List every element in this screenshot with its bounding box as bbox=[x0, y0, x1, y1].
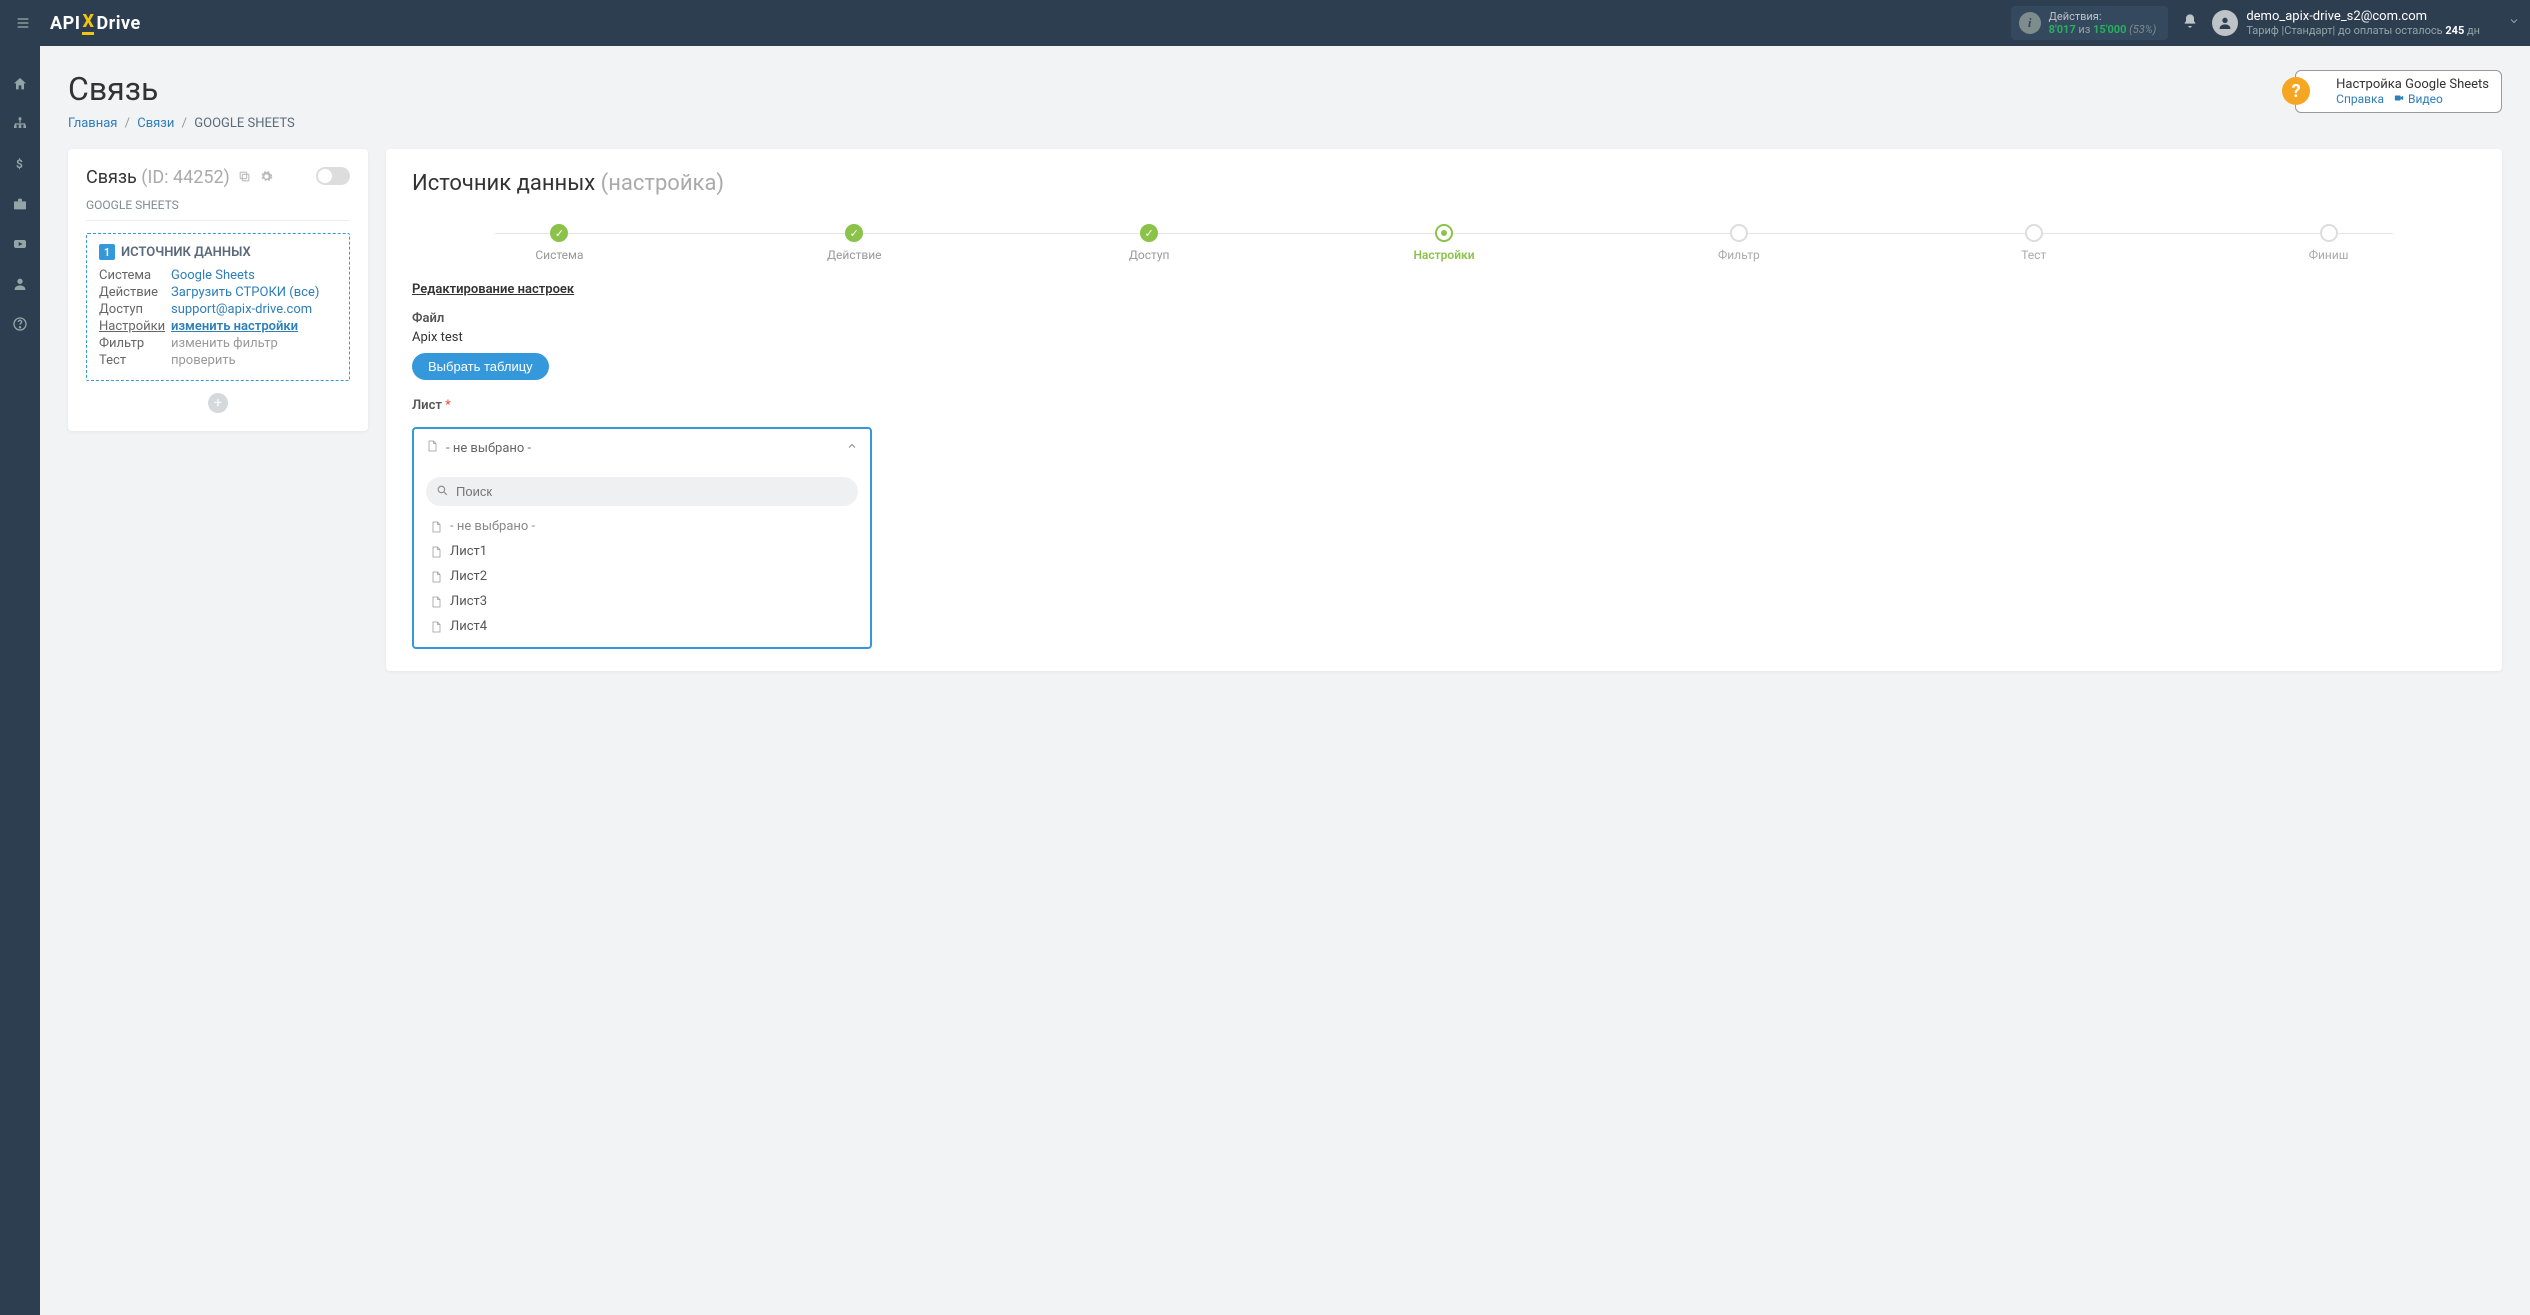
kv-key: Настройки bbox=[99, 319, 171, 334]
top-nav: APIXDrive i Действия: 8'017 из 15'000 (5… bbox=[0, 0, 2530, 46]
settings-card: Источник данных (настройка) ✓Система✓Дей… bbox=[386, 149, 2502, 671]
select-option[interactable]: Лист4 bbox=[426, 614, 858, 639]
kv-val[interactable]: Загрузить СТРОКИ (все) bbox=[171, 285, 319, 300]
select-dropdown: - не выбрано -Лист1Лист2Лист3Лист4 bbox=[414, 467, 870, 647]
avatar-icon bbox=[2212, 10, 2238, 36]
help-title: Настройка Google Sheets bbox=[2336, 77, 2489, 92]
kv-val: проверить bbox=[171, 353, 236, 368]
billing-icon[interactable]: $ bbox=[12, 156, 28, 176]
breadcrumb-links[interactable]: Связи bbox=[137, 116, 174, 131]
breadcrumb-home[interactable]: Главная bbox=[68, 116, 117, 131]
kv-val[interactable]: Google Sheets bbox=[171, 268, 255, 283]
file-value: Apix test bbox=[412, 330, 2476, 345]
briefcase-icon[interactable] bbox=[12, 196, 28, 216]
conn-id: (ID: 44252) bbox=[141, 167, 230, 188]
section-header: Редактирование настроек bbox=[412, 282, 2476, 297]
breadcrumb-current: GOOGLE SHEETS bbox=[194, 116, 294, 131]
select-option[interactable]: Лист2 bbox=[426, 564, 858, 589]
video-cam-icon bbox=[2393, 92, 2408, 106]
logo-x: X bbox=[82, 11, 94, 35]
source-box: 1 ИСТОЧНИК ДАННЫХ СистемаGoogle SheetsДей… bbox=[86, 233, 350, 381]
user-email: demo_apix-drive_s2@com.com bbox=[2246, 9, 2480, 24]
select-option[interactable]: Лист1 bbox=[426, 539, 858, 564]
stepper: ✓Система✓Действие✓ДоступНастройкиФильтрТ… bbox=[412, 224, 2476, 262]
step-доступ[interactable]: ✓Доступ bbox=[1002, 224, 1297, 262]
select-option[interactable]: Лист3 bbox=[426, 589, 858, 614]
logo-text-2: Drive bbox=[96, 13, 140, 34]
step-тест[interactable]: Тест bbox=[1886, 224, 2181, 262]
home-icon[interactable] bbox=[12, 76, 28, 96]
actions-of: из bbox=[2078, 23, 2090, 36]
actions-used: 8'017 bbox=[2049, 23, 2076, 36]
user-menu[interactable]: demo_apix-drive_s2@com.com Тариф |Станда… bbox=[2212, 9, 2520, 37]
kv-key: Доступ bbox=[99, 302, 171, 317]
actions-label: Действия: bbox=[2049, 10, 2157, 23]
logo-text-1: API bbox=[50, 13, 80, 34]
hamburger-icon[interactable] bbox=[0, 0, 46, 46]
actions-badge[interactable]: i Действия: 8'017 из 15'000 (53%) bbox=[2011, 6, 2169, 40]
required-star: * bbox=[445, 398, 451, 413]
step-badge-1: 1 bbox=[99, 244, 115, 260]
conn-subtitle: GOOGLE SHEETS bbox=[86, 198, 350, 221]
breadcrumb: Главная / Связи / GOOGLE SHEETS bbox=[68, 116, 295, 131]
user-icon[interactable] bbox=[12, 276, 28, 296]
user-tariff: Тариф |Стандарт| до оплаты осталось 245 … bbox=[2246, 24, 2480, 37]
step-фильтр[interactable]: Фильтр bbox=[1591, 224, 1886, 262]
sheet-label: Лист bbox=[412, 398, 442, 413]
actions-total: 15'000 bbox=[2093, 23, 2126, 36]
chevron-up-icon bbox=[846, 440, 858, 456]
info-icon: i bbox=[2019, 12, 2041, 34]
kv-key: Тест bbox=[99, 353, 171, 368]
chevron-down-icon bbox=[2508, 15, 2520, 31]
bell-icon[interactable] bbox=[2182, 13, 2198, 34]
copy-icon[interactable] bbox=[238, 167, 255, 188]
sheet-select[interactable]: - не выбрано - bbox=[412, 427, 872, 649]
source-box-header: ИСТОЧНИК ДАННЫХ bbox=[121, 245, 251, 260]
select-option[interactable]: - не выбрано - bbox=[426, 514, 858, 539]
select-display[interactable]: - не выбрано - bbox=[414, 429, 870, 467]
actions-pct: (53%) bbox=[2129, 23, 2156, 36]
kv-key: Система bbox=[99, 268, 171, 283]
connections-icon[interactable] bbox=[12, 116, 28, 136]
logo[interactable]: APIXDrive bbox=[50, 11, 141, 35]
help-box: ? Настройка Google Sheets Справка Видео bbox=[2295, 70, 2502, 113]
page-title: Связь bbox=[68, 70, 295, 108]
question-icon: ? bbox=[2282, 77, 2310, 105]
step-настройки[interactable]: Настройки bbox=[1297, 224, 1592, 262]
file-label: Файл bbox=[412, 311, 2476, 326]
select-value: - не выбрано - bbox=[446, 441, 531, 456]
add-step-button[interactable]: + bbox=[208, 393, 228, 413]
svg-text:$: $ bbox=[16, 157, 23, 171]
kv-val[interactable]: изменить настройки bbox=[171, 319, 298, 334]
video-icon[interactable] bbox=[12, 236, 28, 256]
left-rail: $ bbox=[0, 46, 40, 1315]
conn-title: Связь bbox=[86, 167, 137, 188]
kv-val: изменить фильтр bbox=[171, 336, 278, 351]
rc-title-sub: (настройка) bbox=[601, 171, 724, 196]
search-input[interactable] bbox=[426, 477, 858, 506]
doc-icon bbox=[426, 439, 438, 457]
step-действие[interactable]: ✓Действие bbox=[707, 224, 1002, 262]
connection-summary-card: Связь (ID: 44252) GOOGLE SHEETS 1 ИСТОЧНИ… bbox=[68, 149, 368, 431]
enable-toggle[interactable] bbox=[316, 167, 350, 185]
rc-title: Источник данных bbox=[412, 171, 595, 196]
step-финиш[interactable]: Финиш bbox=[2181, 224, 2476, 262]
choose-table-button[interactable]: Выбрать таблицу bbox=[412, 353, 549, 380]
help-video-link[interactable]: Видео bbox=[2408, 92, 2443, 106]
help-ref-link[interactable]: Справка bbox=[2336, 92, 2384, 106]
kv-val[interactable]: support@apix-drive.com bbox=[171, 302, 312, 317]
search-icon bbox=[436, 484, 449, 501]
kv-key: Фильтр bbox=[99, 336, 171, 351]
help-icon[interactable] bbox=[12, 316, 28, 336]
gear-icon[interactable] bbox=[260, 167, 273, 188]
kv-key: Действие bbox=[99, 285, 171, 300]
step-система[interactable]: ✓Система bbox=[412, 224, 707, 262]
